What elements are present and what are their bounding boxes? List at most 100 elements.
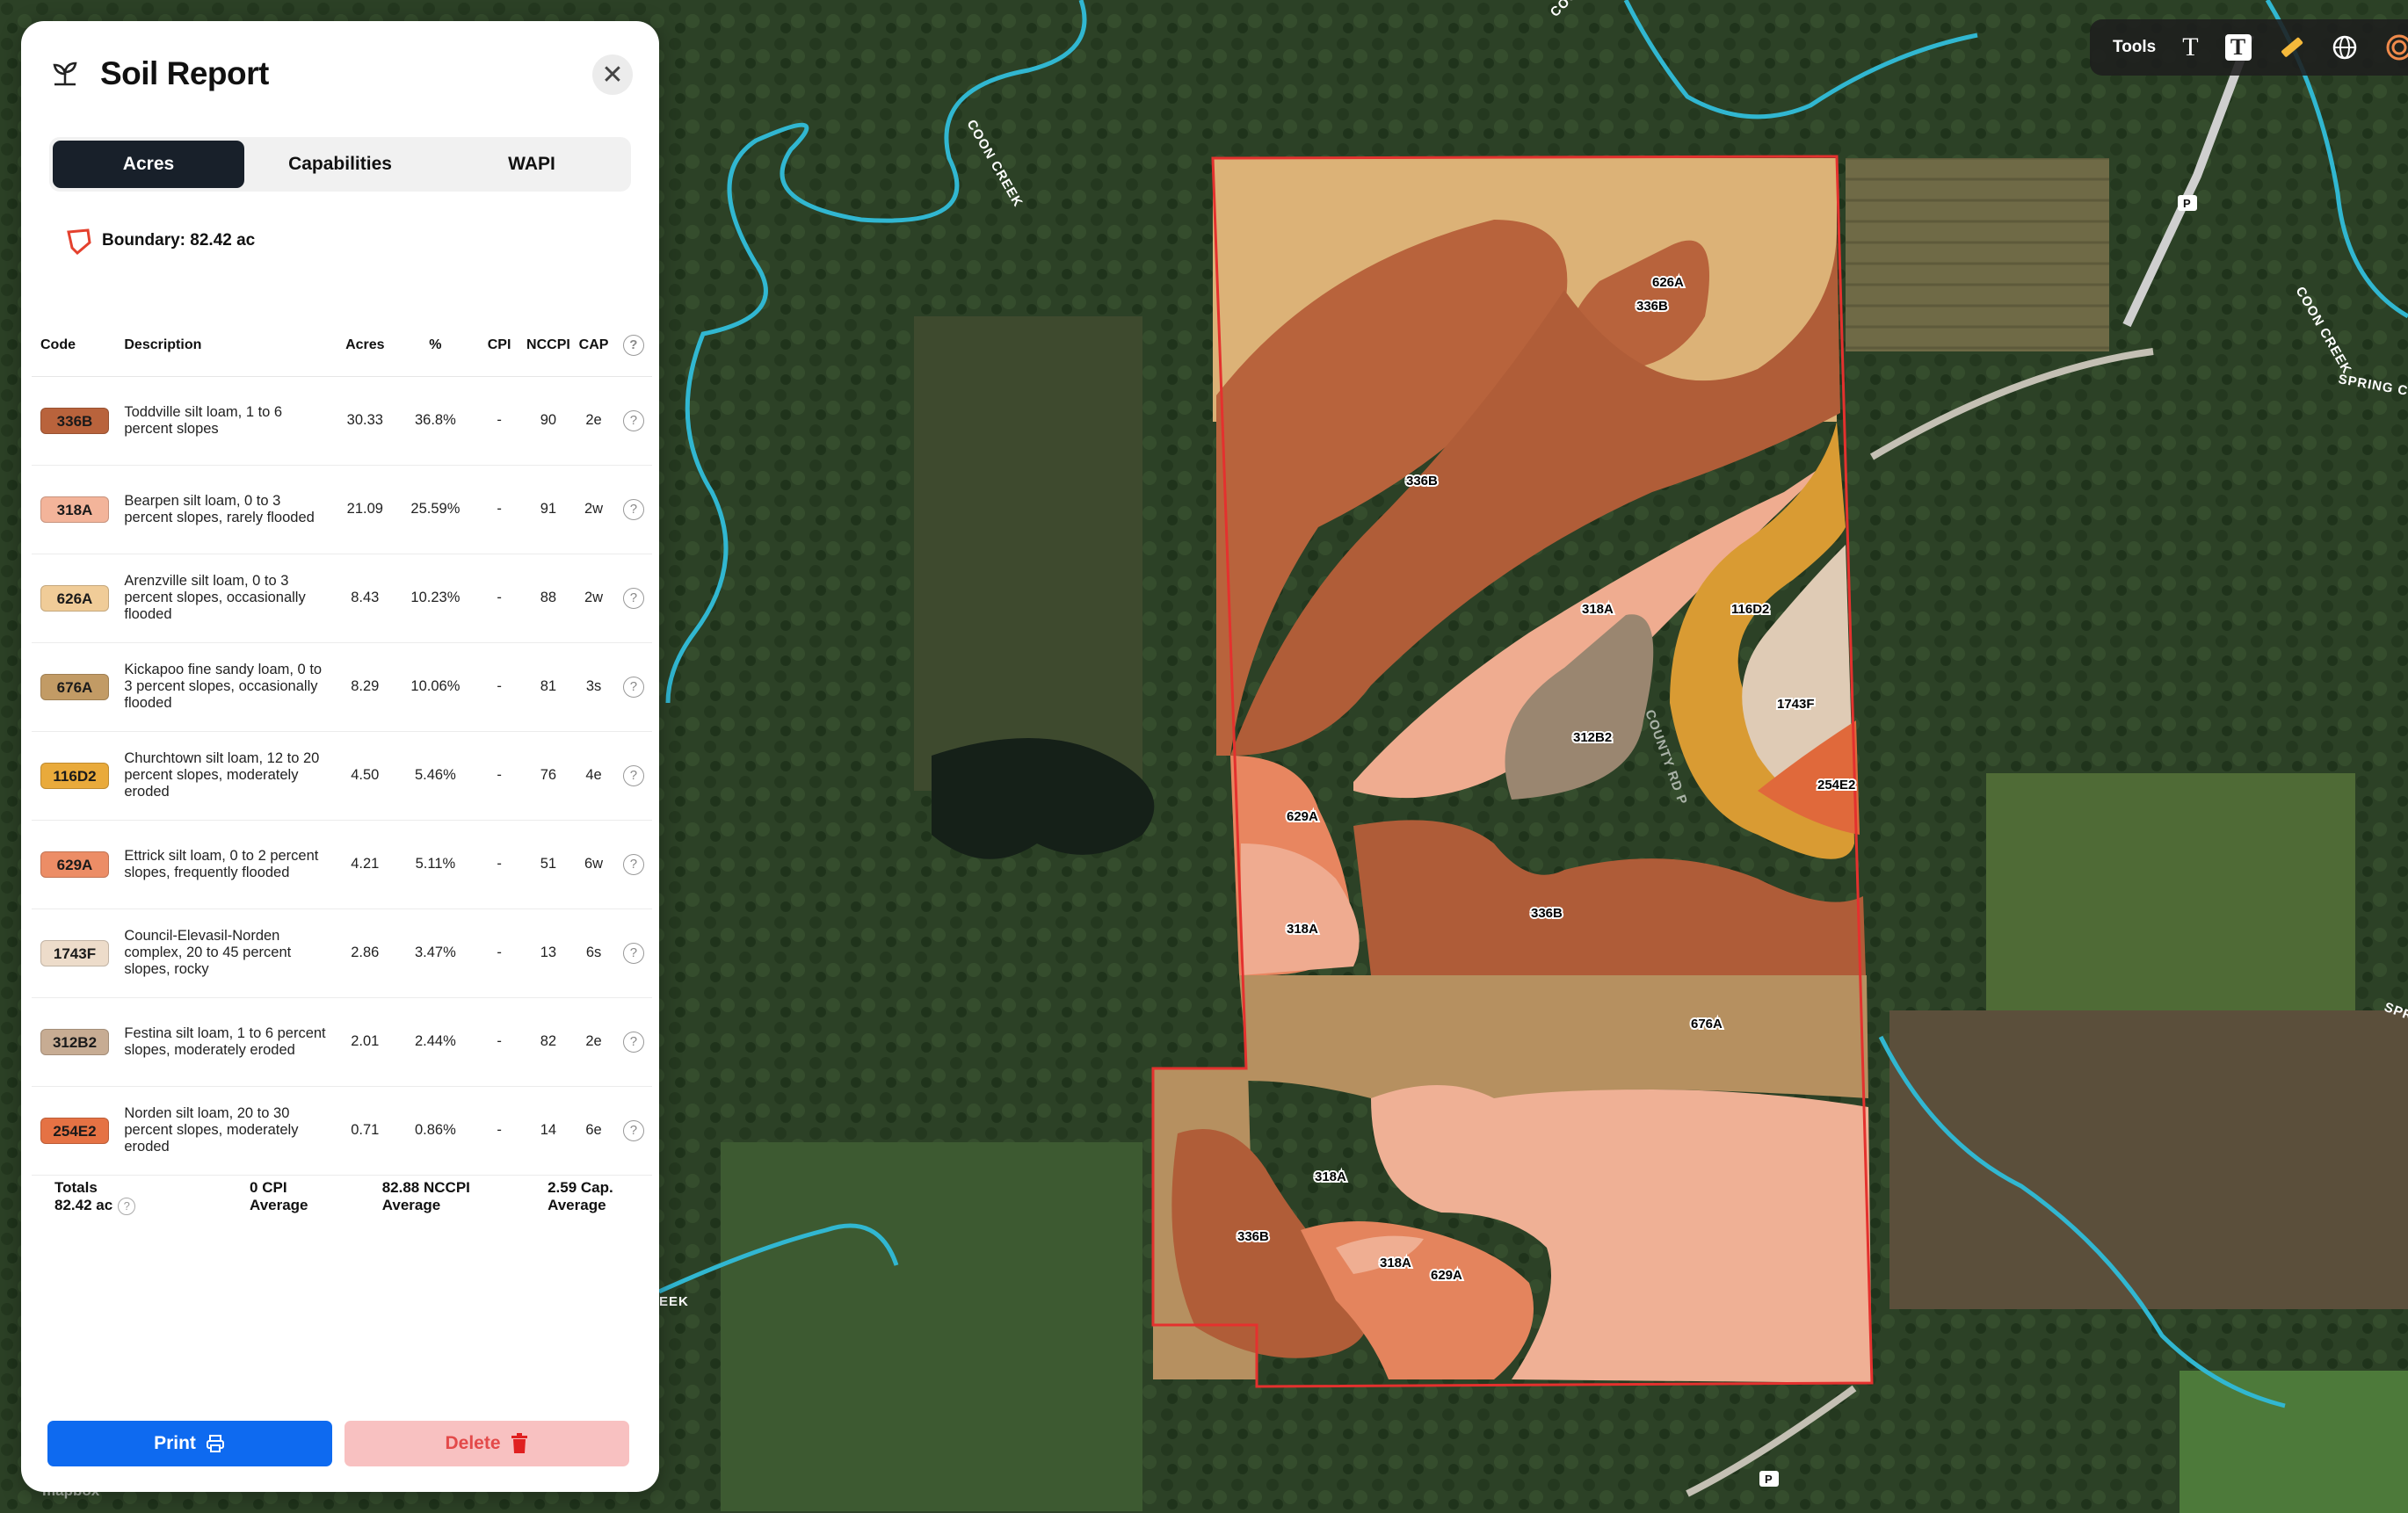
soil-cap: 6s [585,945,602,960]
totals-cap-value: 2.59 Cap. [548,1179,613,1196]
tools-bar: Tools T T [2090,19,2408,76]
soil-nccpi: 13 [540,945,557,960]
close-button[interactable]: ✕ [592,54,633,95]
soil-cpi: - [497,856,502,872]
ruler-icon[interactable] [2278,33,2304,62]
soil-table: Code Description Acres % CPI NCCPI CAP ?… [32,315,652,1176]
zone-label: 318A [1287,922,1318,937]
help-icon[interactable]: ? [622,942,644,964]
text-icon[interactable]: T [2182,33,2198,62]
print-button[interactable]: Print [47,1421,332,1466]
soil-percent: 3.47% [414,945,456,960]
soil-acres: 4.50 [351,767,380,783]
soil-percent: 5.11% [415,856,456,872]
help-icon[interactable]: ? [622,853,644,875]
soil-cpi: - [497,945,502,960]
boundary-label: Boundary: 82.42 ac [102,231,256,250]
soil-cpi: - [497,767,502,783]
tab-capabilities[interactable]: Capabilities [244,141,436,188]
soil-percent: 5.46% [414,767,456,783]
soil-acres: 2.01 [351,1033,380,1049]
help-icon[interactable]: ? [622,1119,644,1141]
totals-acres-value: 82.42 ac [54,1197,113,1213]
soil-report-panel: Soil Report ✕ Acres Capabilities WAPI Bo… [21,21,659,1492]
help-icon[interactable]: ? [622,498,644,520]
soil-nccpi: 88 [540,590,557,605]
zone-label: 116D2 [1731,602,1769,617]
globe-icon[interactable] [2331,33,2359,62]
soil-acres: 2.86 [351,945,380,960]
table-row[interactable]: 254E2 Norden silt loam, 20 to 30 percent … [32,1086,652,1176]
brown-field [1889,1010,2408,1309]
soil-cap: 2e [585,1033,602,1049]
soil-code-badge: 318A [40,496,109,523]
soil-cap: 2w [584,501,604,517]
col-nccpi: NCCPI [524,315,573,377]
route-shield: P [2178,195,2197,211]
soil-cap: 6w [584,856,604,872]
table-row[interactable]: 336B Toddville silt loam, 1 to 6 percent … [32,376,652,466]
zone-label: 676A [1691,1017,1723,1032]
totals-cpi-sub: Average [250,1197,308,1213]
table-row[interactable]: 116D2 Churchtown silt loam, 12 to 20 perc… [32,731,652,821]
soil-percent: 2.44% [414,1033,456,1049]
help-icon[interactable]: ? [622,676,644,698]
shield-label: P [2183,197,2191,210]
table-row[interactable]: 676A Kickapoo fine sandy loam, 0 to 3 per… [32,642,652,732]
help-icon[interactable]: ? [622,587,644,609]
soil-code-badge: 312B2 [40,1028,109,1055]
boundary-summary: Boundary: 82.42 ac [63,225,255,257]
help-icon[interactable]: ? [622,764,644,786]
crop-field [1846,158,2109,351]
zone-label: 336B [1406,474,1438,489]
table-row[interactable]: 1743F Council-Elevasil-Norden complex, 20… [32,909,652,998]
soil-zones[interactable] [1153,158,1872,1383]
zone-label: 312B2 [1573,730,1612,745]
totals-cap-sub: Average [548,1197,606,1213]
plant-icon [53,62,77,86]
soil-description: Festina silt loam, 1 to 6 percent slopes… [124,1024,326,1058]
soil-nccpi: 82 [540,1033,557,1049]
tab-wapi[interactable]: WAPI [436,141,627,188]
delete-button[interactable]: Delete [345,1421,629,1466]
soil-cap: 6e [585,1122,602,1138]
target-icon[interactable] [2385,33,2408,62]
table-row[interactable]: 626A Arenzville silt loam, 0 to 3 percent… [32,554,652,643]
zone-label: 629A [1287,809,1318,824]
help-icon[interactable]: ? [118,1197,136,1215]
soil-cap: 4e [585,767,602,783]
soil-percent: 10.23% [410,590,461,605]
help-icon[interactable]: ? [622,1031,644,1053]
help-icon[interactable]: ? [622,409,644,431]
soil-description: Norden silt loam, 20 to 30 percent slope… [124,1105,299,1155]
soil-percent: 10.06% [410,678,461,694]
soil-code-badge: 336B [40,407,109,434]
totals-nccpi-value: 82.88 NCCPI [381,1179,470,1196]
soil-cpi: - [497,1122,502,1138]
printer-icon [206,1435,224,1452]
zone-label: 336B [1531,906,1563,921]
totals-nccpi-sub: Average [381,1197,441,1213]
soil-acres: 8.43 [351,590,380,605]
soil-acres: 0.71 [351,1122,380,1138]
soil-acres: 30.33 [346,412,383,428]
zone-label: 336B [1636,299,1668,314]
table-row[interactable]: 318A Bearpen silt loam, 0 to 3 percent sl… [32,465,652,554]
text-box-icon[interactable]: T [2224,33,2252,62]
meadow [721,1142,1142,1511]
zone-label: 318A [1380,1256,1411,1270]
route-shield: P [1759,1471,1779,1487]
table-row[interactable]: 312B2 Festina silt loam, 1 to 6 percent s… [32,997,652,1087]
trash-icon [511,1433,527,1453]
totals-nccpi: 82.88 NCCPI Average [382,1179,548,1232]
shield-label: P [1765,1473,1773,1486]
help-icon[interactable]: ? [622,334,644,356]
tab-acres[interactable]: Acres [53,141,244,188]
totals-acres: Totals 82.42 ac? [54,1179,250,1232]
col-pct: % [396,315,475,377]
green-field [1986,773,2355,1019]
soil-acres: 8.29 [351,678,380,694]
soil-nccpi: 14 [540,1122,557,1138]
table-row[interactable]: 629A Ettrick silt loam, 0 to 2 percent sl… [32,820,652,909]
soil-nccpi: 81 [540,678,557,694]
